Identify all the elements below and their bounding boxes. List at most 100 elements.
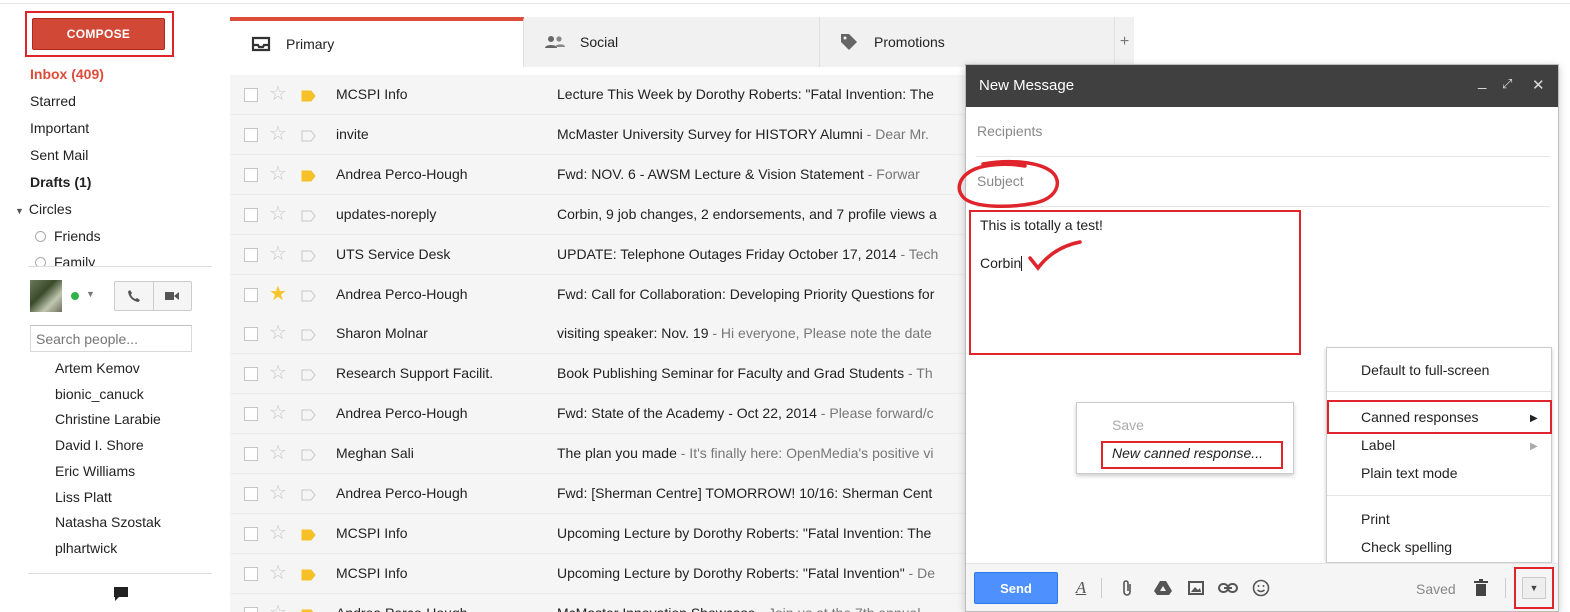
importance-marker-icon[interactable] (301, 89, 316, 102)
contact-item[interactable]: David I. Shore (55, 437, 144, 453)
avatar[interactable] (30, 280, 62, 312)
importance-marker-icon[interactable] (301, 129, 316, 142)
importance-marker-icon[interactable] (301, 328, 316, 341)
minimize-icon[interactable]: _ (1478, 73, 1486, 90)
select-checkbox[interactable] (244, 407, 258, 422)
importance-marker-icon[interactable] (301, 488, 316, 501)
email-row[interactable]: ☆ UTS Service Desk UPDATE: Telephone Outag… (230, 234, 975, 275)
email-row[interactable]: ☆ Sharon Molnar visiting speaker: Nov. 19 … (230, 314, 975, 355)
contact-item[interactable]: plhartwick (55, 540, 117, 556)
email-row[interactable]: ☆ Research Support Facilit. Book Publishin… (230, 354, 975, 395)
email-row[interactable]: ☆ MCSPI Info Lecture This Week by Dorothy … (230, 75, 975, 115)
phone-icon[interactable] (115, 282, 153, 310)
menu-item-label[interactable]: Label (1327, 437, 1395, 453)
email-row[interactable]: ☆ Andrea Perco-Hough Fwd: State of the Aca… (230, 394, 975, 435)
circle-item-friends[interactable]: Friends (35, 228, 101, 244)
select-checkbox[interactable] (244, 207, 258, 222)
select-checkbox[interactable] (244, 327, 258, 342)
importance-marker-icon[interactable] (301, 368, 316, 381)
select-checkbox[interactable] (244, 447, 258, 462)
close-icon[interactable]: ✕ (1532, 76, 1545, 94)
select-checkbox[interactable] (244, 487, 258, 501)
importance-marker-icon[interactable] (301, 528, 316, 541)
video-icon[interactable] (152, 282, 192, 310)
star-icon[interactable]: ☆ (269, 83, 287, 105)
drive-icon[interactable] (1152, 577, 1174, 599)
star-filled-icon[interactable]: ★ (269, 283, 287, 305)
select-checkbox[interactable] (244, 566, 258, 581)
email-row[interactable]: ☆ Andrea Perco-Hough McMaster Innovation S… (230, 593, 975, 612)
star-icon[interactable]: ☆ (269, 402, 287, 424)
message-body[interactable]: This is totally a test! Corbin (969, 210, 1301, 355)
menu-item-new-canned-response[interactable]: New canned response... (1077, 445, 1263, 461)
chat-bubble-icon[interactable] (110, 584, 132, 604)
email-row[interactable]: ☆ Andrea Perco-Hough Fwd: [Sherman Centre]… (230, 474, 975, 514)
importance-marker-icon[interactable] (301, 568, 316, 581)
contact-item[interactable]: bionic_canuck (55, 386, 144, 402)
importance-marker-icon[interactable] (301, 289, 316, 301)
star-icon[interactable]: ☆ (269, 602, 287, 612)
recipients-field[interactable]: Recipients (976, 107, 1550, 157)
email-row[interactable]: ★ Andrea Perco-Hough Fwd: Call for Collabo… (230, 274, 975, 315)
star-icon[interactable]: ☆ (269, 362, 287, 384)
importance-marker-icon[interactable] (301, 249, 316, 262)
email-row[interactable]: ☆ updates-noreply Corbin, 9 job changes, 2… (230, 194, 975, 235)
menu-item-canned-responses[interactable]: Canned responses (1327, 409, 1479, 425)
importance-marker-icon[interactable] (301, 209, 316, 222)
contact-item[interactable]: Artem Kemov (55, 360, 140, 376)
select-checkbox[interactable] (244, 287, 258, 302)
star-icon[interactable]: ☆ (269, 522, 287, 544)
circles-toggle[interactable]: ▼ Circles (15, 201, 72, 217)
select-checkbox[interactable] (244, 606, 258, 612)
email-row[interactable]: ☆ MCSPI Info Upcoming Lecture by Dorothy R… (230, 513, 975, 554)
contact-item[interactable]: Liss Platt (55, 489, 112, 505)
star-icon[interactable]: ☆ (269, 203, 287, 225)
trash-icon[interactable] (1470, 577, 1492, 599)
menu-item-check-spelling[interactable]: Check spelling (1327, 539, 1452, 555)
circle-item-family[interactable]: Family (35, 254, 95, 266)
star-icon[interactable]: ☆ (269, 482, 287, 504)
tab-primary[interactable]: Primary (230, 17, 524, 67)
email-row[interactable]: ☆ MCSPI Info Upcoming Lecture by Dorothy R… (230, 553, 975, 594)
importance-marker-icon[interactable] (301, 448, 316, 461)
star-icon[interactable]: ☆ (269, 322, 287, 344)
importance-marker-icon[interactable] (301, 608, 316, 612)
menu-item-print[interactable]: Print (1327, 511, 1390, 527)
star-icon[interactable]: ☆ (269, 123, 287, 145)
star-icon[interactable]: ☆ (269, 243, 287, 265)
contact-item[interactable]: Christine Larabie (55, 411, 161, 427)
select-checkbox[interactable] (244, 127, 258, 142)
compose-button[interactable]: COMPOSE (32, 18, 165, 50)
nav-item-drafts[interactable]: Drafts (1) (30, 174, 91, 190)
nav-item-important[interactable]: Important (30, 120, 89, 136)
importance-marker-icon[interactable] (301, 169, 316, 182)
tab-social[interactable]: Social (524, 17, 820, 67)
link-icon[interactable] (1217, 577, 1239, 599)
emoji-icon[interactable] (1250, 577, 1272, 599)
importance-marker-icon[interactable] (301, 408, 316, 421)
more-options-button[interactable]: ▼ (1522, 577, 1546, 599)
formatting-icon[interactable]: A (1070, 577, 1092, 599)
select-checkbox[interactable] (244, 526, 258, 541)
email-row[interactable]: ☆ Andrea Perco-Hough Fwd: NOV. 6 - AWSM Le… (230, 154, 975, 195)
menu-item-full-screen[interactable]: Default to full-screen (1327, 362, 1489, 378)
contact-item[interactable]: Natasha Szostak (55, 514, 161, 530)
select-checkbox[interactable] (244, 247, 258, 262)
email-row[interactable]: ☆ Meghan Sali The plan you made - It's fin… (230, 434, 975, 475)
select-checkbox[interactable] (244, 88, 258, 102)
nav-item-starred[interactable]: Starred (30, 93, 76, 109)
tab-promotions[interactable]: Promotions (820, 17, 1115, 67)
status-available-icon[interactable] (71, 292, 79, 300)
select-checkbox[interactable] (244, 167, 258, 182)
photo-icon[interactable] (1185, 577, 1207, 599)
search-people-input[interactable] (30, 325, 192, 352)
menu-item-plain-text[interactable]: Plain text mode (1327, 465, 1458, 481)
contact-item[interactable]: Eric Williams (55, 463, 135, 479)
select-checkbox[interactable] (244, 367, 258, 382)
add-tab-button[interactable]: + (1115, 17, 1134, 67)
nav-item-sent-mail[interactable]: Sent Mail (30, 147, 88, 163)
maximize-icon[interactable]: ⤢ (1502, 76, 1512, 92)
star-icon[interactable]: ☆ (269, 442, 287, 464)
nav-item-inbox[interactable]: Inbox (409) (30, 66, 104, 82)
star-icon[interactable]: ☆ (269, 562, 287, 584)
